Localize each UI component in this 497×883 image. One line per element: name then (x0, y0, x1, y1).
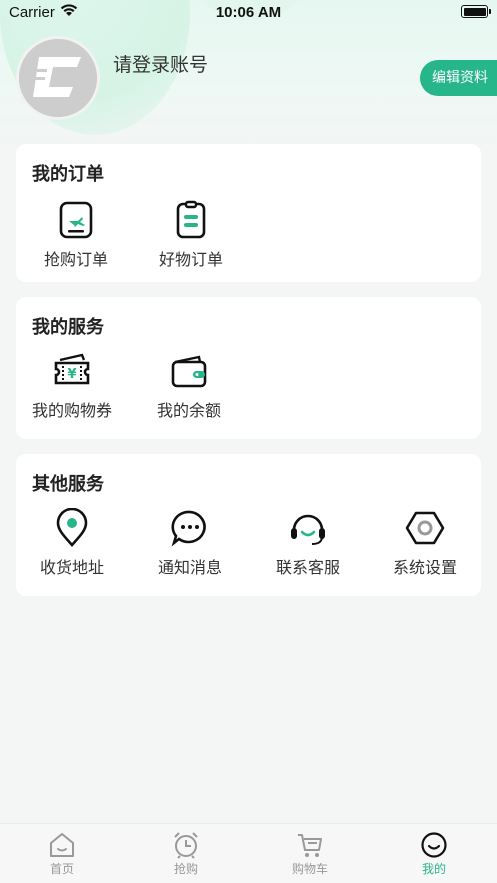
customer-service-item[interactable]: 联系客服 (253, 508, 363, 578)
coupon-item[interactable]: ¥ 我的购物券 (17, 351, 127, 421)
tab-label: 购物车 (291, 862, 328, 876)
item-label: 收货地址 (39, 558, 104, 577)
goods-order-item[interactable]: 好物订单 (136, 200, 246, 270)
item-label: 联系客服 (275, 558, 340, 577)
flash-sale-order-icon (59, 201, 93, 239)
bottom-tab-bar: 首页 抢购 购物车 我的 (0, 823, 497, 883)
login-prompt[interactable]: 请登录账号 (113, 50, 208, 77)
card-title: 我的订单 (32, 164, 104, 185)
message-bubble-icon (171, 510, 206, 547)
svg-text:¥: ¥ (67, 367, 76, 382)
status-bar: Carrier 10:06 AM (0, 0, 497, 26)
alarm-clock-icon (174, 832, 198, 859)
item-label: 我的余额 (156, 401, 221, 420)
tab-home[interactable]: 首页 (0, 824, 124, 883)
tab-label: 首页 (49, 862, 74, 876)
wallet-icon (171, 355, 207, 388)
my-services-card: 我的服务 ¥ 我的购物券 我的余额 (16, 297, 481, 439)
cart-icon (298, 834, 322, 857)
settings-hexagon-icon (405, 511, 445, 545)
tab-flash-sale[interactable]: 抢购 (124, 824, 248, 883)
edit-profile-button[interactable]: 编辑资料 (420, 60, 497, 96)
settings-item[interactable]: 系统设置 (370, 508, 480, 578)
tab-mine[interactable]: 我的 (372, 824, 496, 883)
notification-item[interactable]: 通知消息 (135, 508, 245, 578)
smile-face-icon (421, 832, 447, 858)
flash-sale-order-item[interactable]: 抢购订单 (21, 200, 131, 270)
home-icon (50, 833, 74, 857)
battery-icon (461, 5, 491, 18)
item-label: 通知消息 (157, 558, 222, 577)
balance-item[interactable]: 我的余额 (134, 351, 244, 421)
headset-icon (291, 514, 325, 545)
location-pin-icon (56, 508, 88, 547)
item-label: 抢购订单 (43, 250, 108, 269)
tab-label: 我的 (421, 862, 446, 876)
coupon-icon: ¥ (54, 353, 90, 385)
address-item[interactable]: 收货地址 (17, 508, 127, 578)
tab-cart[interactable]: 购物车 (248, 824, 372, 883)
other-services-card: 其他服务 收货地址 通知消息 联系客服 系统设置 (16, 454, 481, 596)
tab-label: 抢购 (173, 862, 198, 876)
item-label: 好物订单 (158, 250, 223, 269)
card-title: 其他服务 (32, 474, 104, 495)
card-title: 我的服务 (32, 317, 104, 338)
item-label: 系统设置 (392, 558, 457, 577)
item-label: 我的购物券 (31, 401, 112, 420)
goods-order-icon (176, 200, 206, 239)
clock-time: 10:06 AM (215, 4, 282, 21)
my-orders-card: 我的订单 抢购订单 好物订单 (16, 144, 481, 282)
app-logo-icon (19, 39, 97, 117)
avatar[interactable] (16, 36, 100, 120)
